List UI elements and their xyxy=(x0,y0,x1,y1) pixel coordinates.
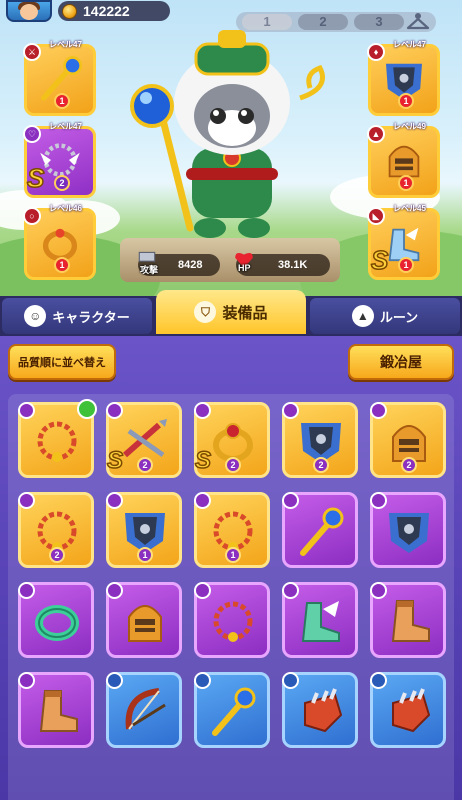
slot-level-label: レベル47 xyxy=(49,122,82,131)
wooden-bow-icon xyxy=(125,688,166,730)
equip-slot-armor[interactable]: レベル47 ♦ 1 xyxy=(367,40,440,116)
chain-bracelet-icon xyxy=(213,601,253,642)
inventory-item-claw-gauntlet[interactable] xyxy=(282,672,358,748)
shield-cape-icon xyxy=(389,513,429,553)
inventory-item-shield-cape[interactable] xyxy=(370,492,446,568)
blacksmith-button[interactable]: 鍛冶屋 xyxy=(348,344,454,380)
hp-label: HP xyxy=(238,263,251,273)
inventory-item-leather-boots[interactable] xyxy=(18,672,94,748)
item-upgrade-level: 2 xyxy=(313,457,329,473)
item-upgrade-level: 2 xyxy=(225,457,241,473)
inventory-item-shield-cape[interactable]: 1 xyxy=(106,492,182,568)
attack-value: 8428 xyxy=(178,259,203,271)
hp-stat: HP 38.1K xyxy=(235,253,330,276)
equip-slot-boots[interactable]: レベル45 ◣ S 1 xyxy=(367,204,440,280)
inventory-item-jade-ring[interactable] xyxy=(18,582,94,658)
rune-tab-icon: ▲ xyxy=(351,305,374,327)
item-upgrade-level: 1 xyxy=(137,547,153,563)
character-scene: 142222 1 2 3 レベル47 ⚔ 1 レベル47 ♡ S 2 レベル46… xyxy=(0,0,462,296)
inventory-item-shield-cape[interactable]: 2 xyxy=(282,402,358,478)
jade-ring-icon xyxy=(35,605,79,641)
star-rank-s: S xyxy=(106,447,124,474)
attack-label: 攻撃 xyxy=(140,265,159,275)
inventory-item-magic-staff[interactable] xyxy=(282,492,358,568)
magic-staff-icon xyxy=(212,687,256,736)
slot-upgrade-level: 1 xyxy=(54,257,70,273)
inventory-item-leather-boots[interactable] xyxy=(370,582,446,658)
inventory-item-knight-helmet[interactable]: 2 xyxy=(370,402,446,478)
coin-amount: 142222 xyxy=(83,3,130,19)
inventory-item-chain-bracelet[interactable]: 1 xyxy=(194,492,270,568)
item-upgrade-level: 2 xyxy=(401,457,417,473)
tab-rune[interactable]: ▲ ルーン xyxy=(310,298,460,334)
slot-upgrade-level: 1 xyxy=(398,257,414,273)
item-upgrade-level: 2 xyxy=(137,457,153,473)
slot-level-label: レベル46 xyxy=(49,204,82,213)
knight-helmet-icon xyxy=(128,605,162,642)
inventory-item-magic-staff[interactable] xyxy=(194,672,270,748)
inventory-item-chain-bracelet[interactable] xyxy=(194,582,270,658)
item-upgrade-level: 2 xyxy=(49,547,65,563)
coin-counter: 142222 xyxy=(58,1,170,21)
slot-level-label: レベル47 xyxy=(393,40,426,49)
claw-gauntlet-icon xyxy=(304,688,343,733)
hp-value: 38.1K xyxy=(278,259,308,271)
attack-stat: 攻撃 8428 xyxy=(138,251,220,276)
leather-boots-icon xyxy=(39,690,78,732)
inventory-item-ruby-ring[interactable]: S2 xyxy=(194,402,270,478)
player-avatar[interactable] xyxy=(6,0,52,22)
slot-upgrade-level: 2 xyxy=(54,175,70,191)
tab-character[interactable]: ☺ キャラクター xyxy=(2,298,152,334)
star-rank-s: S xyxy=(194,447,212,474)
star-rank-s: S xyxy=(26,163,45,193)
tab-character-label: キャラクター xyxy=(52,309,130,325)
equip-slot-bracelet[interactable]: レベル47 ♡ S 2 xyxy=(23,122,96,198)
tab-equipment-label: 装備品 xyxy=(222,304,268,322)
tab-bar: ☺ キャラクター ⛉ 装備品 ▲ ルーン xyxy=(0,290,462,336)
slot-upgrade-level: 1 xyxy=(398,93,414,109)
inventory-item-chain-bracelet[interactable] xyxy=(18,399,97,478)
star-rank-s: S xyxy=(370,245,389,275)
item-upgrade-level: 1 xyxy=(225,547,241,563)
loadout-page-3[interactable]: 3 xyxy=(354,14,404,30)
equip-slot-helmet[interactable]: レベル49 ▲ 1 xyxy=(367,122,440,198)
slot-level-label: レベル45 xyxy=(393,204,426,213)
equipment-tab-icon: ⛉ xyxy=(194,301,217,323)
inventory-item-crossbow[interactable]: S2 xyxy=(106,402,182,478)
equip-slot-weapon[interactable]: レベル47 ⚔ 1 xyxy=(23,40,96,116)
winged-boots-icon xyxy=(301,601,340,642)
outfit-icon[interactable] xyxy=(406,13,430,31)
sort-by-quality-button[interactable]: 品質順に並べ替え xyxy=(8,344,116,380)
slot-upgrade-level: 1 xyxy=(398,175,414,191)
inventory-item-wooden-bow[interactable] xyxy=(106,672,182,748)
claw-gauntlet-icon xyxy=(392,688,431,733)
slot-level-label: レベル47 xyxy=(49,40,82,49)
tab-equipment[interactable]: ⛉ 装備品 xyxy=(156,290,306,334)
slot-level-label: レベル49 xyxy=(393,122,426,131)
leather-boots-icon xyxy=(391,600,430,642)
coin-icon xyxy=(62,3,77,19)
magic-staff-icon xyxy=(300,507,344,556)
inventory-item-claw-gauntlet[interactable] xyxy=(370,672,446,748)
inventory-item-winged-boots[interactable] xyxy=(282,582,358,658)
character-tab-icon: ☺ xyxy=(24,305,47,327)
equipment-panel: 品質順に並べ替え 鍛冶屋 S2S222211 xyxy=(0,336,462,800)
inventory-item-knight-helmet[interactable] xyxy=(106,582,182,658)
tab-rune-label: ルーン xyxy=(379,309,419,325)
top-bar: 142222 1 2 3 xyxy=(0,0,462,32)
new-item-indicator xyxy=(77,399,97,419)
chain-bracelet-icon xyxy=(37,421,77,462)
slot-upgrade-level: 1 xyxy=(54,93,70,109)
lion-dance-cat-character xyxy=(130,30,325,238)
inventory-item-chain-bracelet[interactable]: 2 xyxy=(18,492,94,568)
equip-slot-ring[interactable]: レベル46 ○ 1 xyxy=(23,204,96,280)
